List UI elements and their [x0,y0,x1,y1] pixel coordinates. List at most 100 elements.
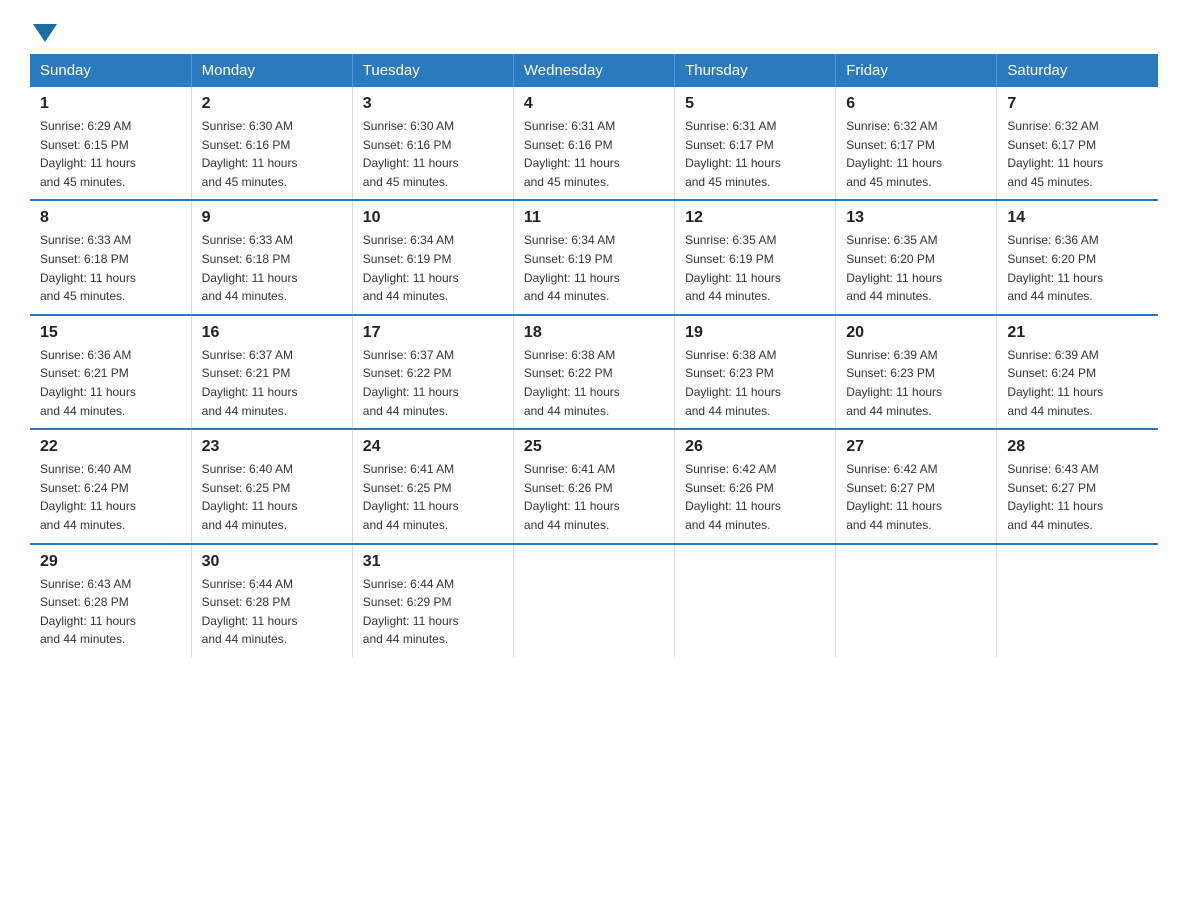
day-info: Sunrise: 6:35 AMSunset: 6:20 PMDaylight:… [846,233,942,303]
day-info: Sunrise: 6:39 AMSunset: 6:23 PMDaylight:… [846,348,942,418]
day-number: 11 [524,209,664,227]
calendar-cell: 29Sunrise: 6:43 AMSunset: 6:28 PMDayligh… [30,544,191,657]
day-number: 16 [202,324,342,342]
day-number: 29 [40,553,181,571]
day-info: Sunrise: 6:33 AMSunset: 6:18 PMDaylight:… [40,233,136,303]
day-number: 4 [524,95,664,113]
header-friday: Friday [836,54,997,87]
header-saturday: Saturday [997,54,1158,87]
calendar-cell: 16 Sunrise: 6:37 AMSunset: 6:21 PMDayligh… [191,315,352,429]
day-number: 1 [40,95,181,113]
day-number: 13 [846,209,986,227]
day-number: 2 [202,95,342,113]
day-number: 7 [1007,95,1148,113]
day-number: 27 [846,438,986,456]
day-info: Sunrise: 6:33 AMSunset: 6:18 PMDaylight:… [202,233,298,303]
calendar-cell [675,544,836,657]
day-info: Sunrise: 6:34 AMSunset: 6:19 PMDaylight:… [363,233,459,303]
calendar-cell: 21 Sunrise: 6:39 AMSunset: 6:24 PMDayligh… [997,315,1158,429]
header-thursday: Thursday [675,54,836,87]
day-info: Sunrise: 6:32 AMSunset: 6:17 PMDaylight:… [1007,119,1103,189]
logo [30,20,60,34]
day-number: 8 [40,209,181,227]
day-number: 19 [685,324,825,342]
calendar-cell: 18 Sunrise: 6:38 AMSunset: 6:22 PMDayligh… [513,315,674,429]
calendar-cell: 24 Sunrise: 6:41 AMSunset: 6:25 PMDayligh… [352,429,513,543]
calendar-cell: 20Sunrise: 6:39 AMSunset: 6:23 PMDayligh… [836,315,997,429]
calendar-cell: 27 Sunrise: 6:42 AMSunset: 6:27 PMDayligh… [836,429,997,543]
calendar-cell: 5 Sunrise: 6:31 AMSunset: 6:17 PMDaylight… [675,87,836,200]
calendar-cell: 8 Sunrise: 6:33 AMSunset: 6:18 PMDaylight… [30,200,191,314]
calendar-week-row: 8 Sunrise: 6:33 AMSunset: 6:18 PMDaylight… [30,200,1158,314]
calendar-cell: 2Sunrise: 6:30 AMSunset: 6:16 PMDaylight… [191,87,352,200]
day-info: Sunrise: 6:36 AMSunset: 6:20 PMDaylight:… [1007,233,1103,303]
calendar-cell: 1 Sunrise: 6:29 AMSunset: 6:15 PMDaylight… [30,87,191,200]
day-info: Sunrise: 6:32 AMSunset: 6:17 PMDaylight:… [846,119,942,189]
day-info: Sunrise: 6:37 AMSunset: 6:21 PMDaylight:… [202,348,298,418]
logo-triangle-icon [33,24,57,42]
day-info: Sunrise: 6:43 AMSunset: 6:27 PMDaylight:… [1007,462,1103,532]
day-number: 25 [524,438,664,456]
day-info: Sunrise: 6:34 AMSunset: 6:19 PMDaylight:… [524,233,620,303]
day-number: 9 [202,209,342,227]
calendar-cell: 14 Sunrise: 6:36 AMSunset: 6:20 PMDayligh… [997,200,1158,314]
calendar-week-row: 22 Sunrise: 6:40 AMSunset: 6:24 PMDayligh… [30,429,1158,543]
calendar-cell: 12Sunrise: 6:35 AMSunset: 6:19 PMDayligh… [675,200,836,314]
calendar-cell: 6 Sunrise: 6:32 AMSunset: 6:17 PMDaylight… [836,87,997,200]
day-info: Sunrise: 6:29 AMSunset: 6:15 PMDaylight:… [40,119,136,189]
day-info: Sunrise: 6:38 AMSunset: 6:22 PMDaylight:… [524,348,620,418]
calendar-cell [997,544,1158,657]
day-info: Sunrise: 6:41 AMSunset: 6:25 PMDaylight:… [363,462,459,532]
day-info: Sunrise: 6:40 AMSunset: 6:25 PMDaylight:… [202,462,298,532]
day-number: 10 [363,209,503,227]
day-number: 14 [1007,209,1148,227]
day-info: Sunrise: 6:38 AMSunset: 6:23 PMDaylight:… [685,348,781,418]
header-tuesday: Tuesday [352,54,513,87]
day-info: Sunrise: 6:42 AMSunset: 6:27 PMDaylight:… [846,462,942,532]
calendar-cell: 17Sunrise: 6:37 AMSunset: 6:22 PMDayligh… [352,315,513,429]
calendar-cell: 11 Sunrise: 6:34 AMSunset: 6:19 PMDayligh… [513,200,674,314]
calendar-cell [513,544,674,657]
day-info: Sunrise: 6:39 AMSunset: 6:24 PMDaylight:… [1007,348,1103,418]
calendar-cell: 31 Sunrise: 6:44 AMSunset: 6:29 PMDayligh… [352,544,513,657]
day-number: 26 [685,438,825,456]
header-wednesday: Wednesday [513,54,674,87]
day-info: Sunrise: 6:40 AMSunset: 6:24 PMDaylight:… [40,462,136,532]
calendar-cell: 7 Sunrise: 6:32 AMSunset: 6:17 PMDaylight… [997,87,1158,200]
day-info: Sunrise: 6:30 AMSunset: 6:16 PMDaylight:… [363,119,459,189]
calendar-header-row: SundayMondayTuesdayWednesdayThursdayFrid… [30,54,1158,87]
calendar-cell: 25 Sunrise: 6:41 AMSunset: 6:26 PMDayligh… [513,429,674,543]
calendar-cell: 10 Sunrise: 6:34 AMSunset: 6:19 PMDayligh… [352,200,513,314]
logo-text [30,20,60,38]
calendar-week-row: 1 Sunrise: 6:29 AMSunset: 6:15 PMDaylight… [30,87,1158,200]
calendar-cell: 13 Sunrise: 6:35 AMSunset: 6:20 PMDayligh… [836,200,997,314]
header-sunday: Sunday [30,54,191,87]
day-info: Sunrise: 6:44 AMSunset: 6:29 PMDaylight:… [363,577,459,647]
calendar-table: SundayMondayTuesdayWednesdayThursdayFrid… [30,54,1158,657]
calendar-week-row: 29Sunrise: 6:43 AMSunset: 6:28 PMDayligh… [30,544,1158,657]
day-number: 30 [202,553,342,571]
day-number: 21 [1007,324,1148,342]
calendar-cell: 15Sunrise: 6:36 AMSunset: 6:21 PMDayligh… [30,315,191,429]
day-info: Sunrise: 6:31 AMSunset: 6:16 PMDaylight:… [524,119,620,189]
day-number: 28 [1007,438,1148,456]
header-monday: Monday [191,54,352,87]
page-header [30,20,1158,34]
calendar-cell [836,544,997,657]
calendar-cell: 30 Sunrise: 6:44 AMSunset: 6:28 PMDayligh… [191,544,352,657]
day-number: 22 [40,438,181,456]
calendar-cell: 28 Sunrise: 6:43 AMSunset: 6:27 PMDayligh… [997,429,1158,543]
day-number: 24 [363,438,503,456]
day-number: 12 [685,209,825,227]
day-number: 18 [524,324,664,342]
day-number: 3 [363,95,503,113]
day-info: Sunrise: 6:44 AMSunset: 6:28 PMDaylight:… [202,577,298,647]
day-info: Sunrise: 6:42 AMSunset: 6:26 PMDaylight:… [685,462,781,532]
day-info: Sunrise: 6:31 AMSunset: 6:17 PMDaylight:… [685,119,781,189]
day-info: Sunrise: 6:41 AMSunset: 6:26 PMDaylight:… [524,462,620,532]
calendar-cell: 9 Sunrise: 6:33 AMSunset: 6:18 PMDaylight… [191,200,352,314]
day-number: 31 [363,553,503,571]
day-number: 6 [846,95,986,113]
day-number: 5 [685,95,825,113]
day-number: 17 [363,324,503,342]
